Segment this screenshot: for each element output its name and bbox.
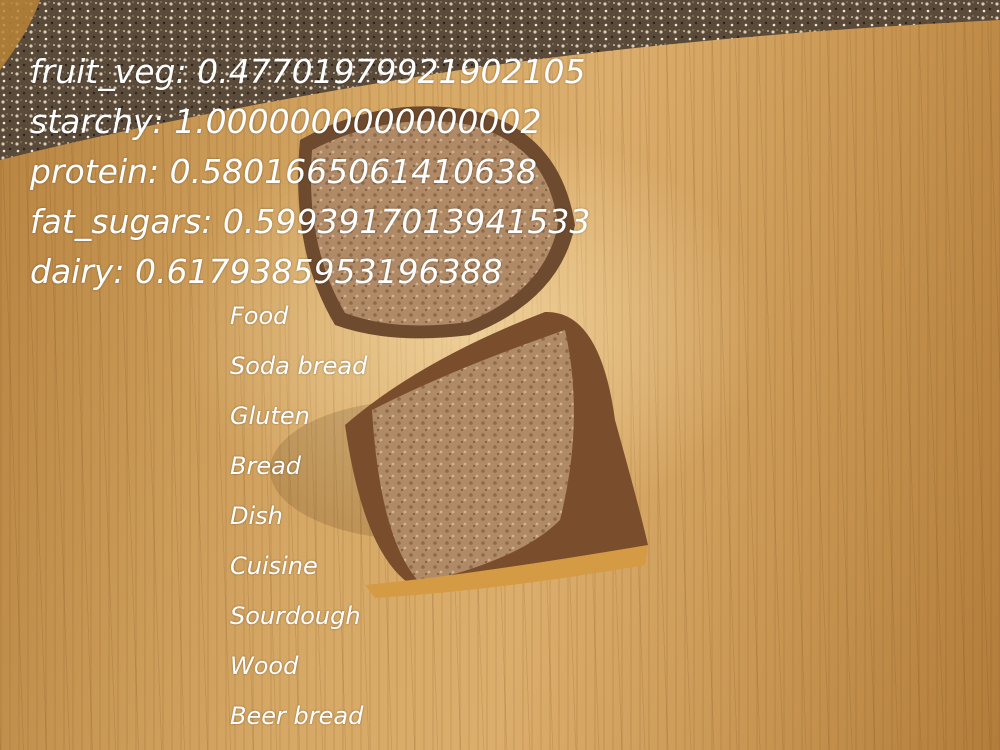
label-gluten: Gluten (230, 402, 310, 430)
label-sourdough: Sourdough (230, 602, 361, 630)
label-beer-bread: Beer bread (230, 702, 364, 730)
label-soda-bread: Soda bread (230, 352, 368, 380)
label-cuisine: Cuisine (230, 552, 318, 580)
label-wood: Wood (230, 652, 299, 680)
label-dish: Dish (230, 502, 283, 530)
score-protein: protein: 0.5801665061410638 (30, 152, 538, 191)
score-fat-sugars: fat_sugars: 0.5993917013941533 (30, 202, 591, 241)
label-food: Food (230, 302, 289, 330)
label-bread: Bread (230, 452, 302, 480)
score-starchy: starchy: 1.0000000000000002 (30, 102, 542, 141)
score-fruit-veg: fruit_veg: 0.47701979921902105 (30, 52, 586, 91)
score-dairy: dairy: 0.6179385953196388 (30, 252, 503, 291)
photo: fruit_veg: 0.47701979921902105 starchy: … (0, 0, 1000, 750)
